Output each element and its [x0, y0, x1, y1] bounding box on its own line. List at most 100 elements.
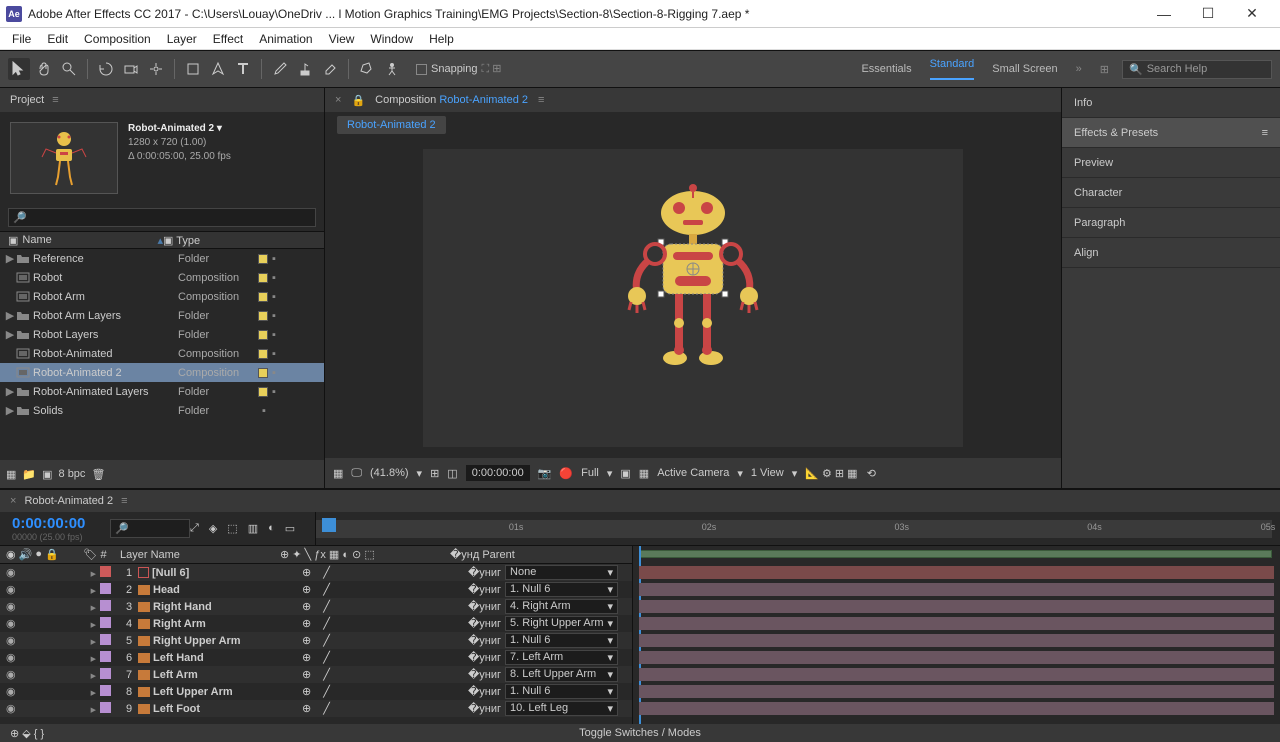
- time-display[interactable]: 0:00:00:00: [466, 465, 530, 481]
- layer-bar[interactable]: [639, 668, 1274, 681]
- eraser-tool[interactable]: [319, 58, 341, 80]
- timeline-tracks[interactable]: [632, 546, 1280, 724]
- layer-row[interactable]: ◉6Left Hand⊕╱�униг7. Left Arm▾: [0, 649, 632, 666]
- brush-tool[interactable]: [269, 58, 291, 80]
- puppet-tool[interactable]: [381, 58, 403, 80]
- comp-tab[interactable]: Composition Robot-Animated 2: [375, 94, 528, 106]
- panel-info[interactable]: Info: [1062, 88, 1280, 118]
- layer-row[interactable]: ◉8Left Upper Arm⊕╱�униг1. Null 6▾: [0, 683, 632, 700]
- view-opts[interactable]: 📐 ⚙ ⊞ ▦ ⟲: [805, 467, 876, 480]
- maximize-button[interactable]: ☐: [1186, 0, 1230, 28]
- pan-behind-tool[interactable]: [145, 58, 167, 80]
- project-item[interactable]: RobotComposition ▪: [0, 268, 324, 287]
- menu-file[interactable]: File: [4, 30, 39, 48]
- menu-window[interactable]: Window: [362, 30, 421, 48]
- menu-edit[interactable]: Edit: [39, 30, 76, 48]
- menu-help[interactable]: Help: [421, 30, 462, 48]
- toggle-switches[interactable]: Toggle Switches / Modes: [579, 727, 701, 739]
- menu-view[interactable]: View: [321, 30, 363, 48]
- project-tab[interactable]: Project: [10, 94, 44, 106]
- roto-tool[interactable]: [356, 58, 378, 80]
- menu-composition[interactable]: Composition: [76, 30, 159, 48]
- layer-bar[interactable]: [639, 702, 1274, 715]
- draft3d-icon[interactable]: ◈: [209, 522, 217, 535]
- magnification-icon[interactable]: ▦: [333, 467, 343, 480]
- roi-icon[interactable]: ▣: [620, 467, 630, 480]
- layer-bar[interactable]: [639, 651, 1274, 664]
- panel-effects-&-presets[interactable]: Effects & Presets≡: [1062, 118, 1280, 148]
- project-search[interactable]: 🔎: [8, 208, 316, 227]
- folder-icon[interactable]: 📁: [22, 468, 36, 481]
- close-tab-icon[interactable]: ×: [10, 495, 16, 507]
- rectangle-tool[interactable]: [182, 58, 204, 80]
- time-ruler[interactable]: 01s 02s 03s 04s 05s: [315, 512, 1280, 545]
- layer-row[interactable]: ◉9Left Foot⊕╱�униг10. Left Leg▾: [0, 700, 632, 717]
- close-button[interactable]: ✕: [1230, 0, 1274, 28]
- graph-editor-icon[interactable]: ▭: [285, 522, 295, 535]
- layer-row[interactable]: ◉7Left Arm⊕╱�униг8. Left Upper Arm▾: [0, 666, 632, 683]
- work-area-bar[interactable]: [639, 550, 1272, 558]
- menu-layer[interactable]: Layer: [159, 30, 205, 48]
- snapping-toggle[interactable]: Snapping ⛶ ⊞: [416, 62, 501, 76]
- project-item[interactable]: Robot-Animated 2Composition ▪: [0, 363, 324, 382]
- workspace-smallscreen[interactable]: Small Screen: [992, 63, 1057, 75]
- shy-icon[interactable]: ⬚: [227, 522, 237, 535]
- timeline-tab[interactable]: Robot-Animated 2: [24, 495, 113, 507]
- project-item[interactable]: ▶ReferenceFolder ▪: [0, 249, 324, 268]
- motion-blur-icon[interactable]: ◐: [268, 522, 275, 535]
- clone-tool[interactable]: [294, 58, 316, 80]
- layer-bar[interactable]: [639, 566, 1274, 579]
- panel-character[interactable]: Character: [1062, 178, 1280, 208]
- view-dropdown[interactable]: 1 View: [751, 467, 784, 479]
- mask-icon[interactable]: ◫: [447, 467, 457, 480]
- project-item[interactable]: ▶Robot LayersFolder ▪: [0, 325, 324, 344]
- workspace-reset-icon[interactable]: ⊞: [1100, 63, 1109, 76]
- tl-footer-icons[interactable]: ⊕ ⬙ { }: [10, 727, 44, 740]
- hand-tool[interactable]: [33, 58, 55, 80]
- minimize-button[interactable]: —: [1142, 0, 1186, 28]
- panel-paragraph[interactable]: Paragraph: [1062, 208, 1280, 238]
- panel-align[interactable]: Align: [1062, 238, 1280, 268]
- orbit-tool[interactable]: [95, 58, 117, 80]
- eye-col-icon[interactable]: ◉: [6, 548, 16, 561]
- workspace-overflow[interactable]: »: [1076, 63, 1082, 75]
- menu-effect[interactable]: Effect: [205, 30, 251, 48]
- layer-bar[interactable]: [639, 617, 1274, 630]
- trash-icon[interactable]: 🗑: [91, 468, 105, 481]
- layer-bar[interactable]: [639, 600, 1274, 613]
- camera-tool[interactable]: [120, 58, 142, 80]
- resolution-dropdown[interactable]: Full: [581, 467, 599, 479]
- layer-bar[interactable]: [639, 634, 1274, 647]
- comp-icon[interactable]: ▣: [42, 468, 52, 481]
- frame-blend-icon[interactable]: ▥: [248, 522, 258, 535]
- lock-icon[interactable]: 🔒: [351, 94, 365, 107]
- grid-icon[interactable]: ⊞: [430, 467, 439, 480]
- selection-tool[interactable]: [8, 58, 30, 80]
- resolution-icon[interactable]: 🖵: [351, 467, 362, 480]
- timeline-search[interactable]: 🔎: [110, 519, 190, 538]
- transparency-icon[interactable]: ▦: [639, 467, 649, 480]
- layer-row[interactable]: ◉4Right Arm⊕╱�униг5. Right Upper Arm▾: [0, 615, 632, 632]
- flowchart-crumb[interactable]: Robot-Animated 2: [337, 116, 446, 134]
- panel-preview[interactable]: Preview: [1062, 148, 1280, 178]
- pen-tool[interactable]: [207, 58, 229, 80]
- panel-menu-icon[interactable]: ≡: [52, 94, 58, 106]
- camera-dropdown[interactable]: Active Camera: [657, 467, 729, 479]
- comp-mini-flow-icon[interactable]: ⤢: [190, 522, 199, 535]
- layer-bar[interactable]: [639, 583, 1274, 596]
- current-time[interactable]: 0:00:00:00: [12, 515, 95, 532]
- layer-row[interactable]: ◉1[Null 6]⊕╱�унигNone▾: [0, 564, 632, 581]
- zoom-dropdown[interactable]: (41.8%): [370, 467, 409, 479]
- bpc-toggle[interactable]: 8 bpc: [59, 468, 86, 480]
- workspace-essentials[interactable]: Essentials: [861, 63, 911, 75]
- project-item[interactable]: Robot ArmComposition ▪: [0, 287, 324, 306]
- composition-viewer[interactable]: [325, 138, 1061, 458]
- project-item[interactable]: ▶Robot-Animated LayersFolder ▪: [0, 382, 324, 401]
- project-item[interactable]: ▶Robot Arm LayersFolder ▪: [0, 306, 324, 325]
- layer-bar[interactable]: [639, 685, 1274, 698]
- workspace-standard[interactable]: Standard: [930, 58, 975, 80]
- zoom-tool[interactable]: [58, 58, 80, 80]
- layer-row[interactable]: ◉3Right Hand⊕╱�униг4. Right Arm▾: [0, 598, 632, 615]
- type-tool[interactable]: [232, 58, 254, 80]
- playhead[interactable]: [322, 518, 336, 532]
